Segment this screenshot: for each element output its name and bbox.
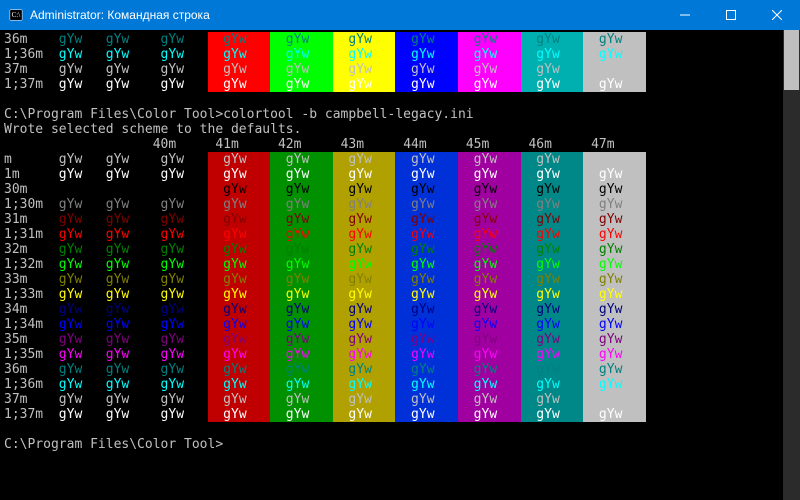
window-title: Administrator: Командная строка — [30, 8, 662, 22]
app-icon: C:\ — [8, 7, 24, 23]
terminal-output: 36m gYw gYw gYw gYw gYw gYw gYw gYw gYw … — [0, 30, 800, 452]
terminal[interactable]: 36m gYw gYw gYw gYw gYw gYw gYw gYw gYw … — [0, 30, 800, 500]
titlebar: C:\ Administrator: Командная строка — [0, 0, 800, 30]
minimize-button[interactable] — [662, 0, 708, 30]
scrollbar-track[interactable] — [783, 30, 800, 500]
scrollbar-thumb[interactable] — [784, 30, 799, 90]
maximize-button[interactable] — [708, 0, 754, 30]
close-button[interactable] — [754, 0, 800, 30]
window-controls — [662, 0, 800, 30]
svg-text:C:\: C:\ — [12, 11, 21, 19]
